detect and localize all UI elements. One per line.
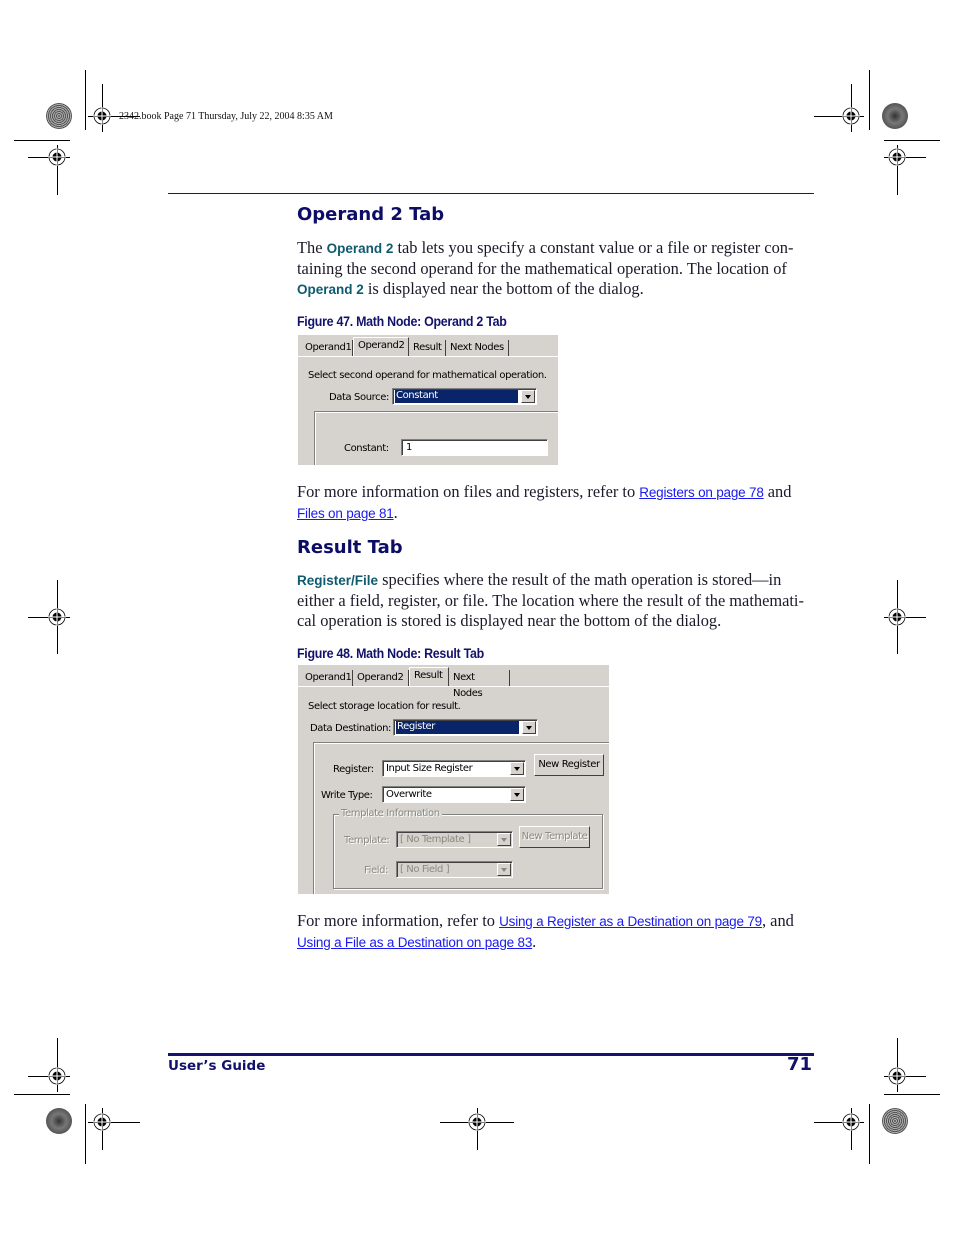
- text-span: is displayed near the bottom of the dial…: [363, 279, 644, 298]
- tab-operand2[interactable]: Operand2: [353, 670, 409, 686]
- crop-line: [14, 1094, 70, 1095]
- figure-caption-47: Figure 47. Math Node: Operand 2 Tab: [297, 314, 507, 329]
- tab-next-nodes[interactable]: Next Nodes: [449, 670, 510, 699]
- crop-line: [869, 1104, 870, 1164]
- crop-line: [884, 1094, 940, 1095]
- section-heading-result: Result Tab: [297, 537, 403, 558]
- tab-result[interactable]: Result: [409, 340, 446, 356]
- color-bar-disc-icon: [882, 1108, 908, 1134]
- keyword-register-file: Register/File: [297, 573, 379, 588]
- footer-rule: [168, 1053, 814, 1056]
- constant-value: 1: [406, 442, 412, 453]
- operand2-dialog-screenshot: Operand1 Operand2 Result Next Nodes Sele…: [298, 335, 558, 465]
- field-label: Field:: [364, 865, 389, 876]
- dropdown-arrow-icon[interactable]: [522, 721, 536, 734]
- register-value: Input Size Register: [386, 763, 473, 774]
- text-span: .: [532, 932, 537, 951]
- data-source-value: Constant: [395, 390, 518, 403]
- crop-line: [869, 70, 870, 130]
- data-destination-select[interactable]: Register: [393, 719, 538, 736]
- data-destination-label: Data Destination:: [310, 723, 392, 734]
- link-file-destination-page-83[interactable]: Using a File as a Destination on page 83: [297, 935, 532, 950]
- dropdown-arrow-icon[interactable]: [497, 833, 511, 846]
- data-destination-value: Register: [396, 721, 519, 734]
- color-bar-disc-icon: [46, 103, 72, 129]
- link-registers-page-78[interactable]: Registers on page 78: [639, 485, 764, 500]
- text-span: For more information on files and regist…: [297, 482, 640, 501]
- tab-operand2[interactable]: Operand2: [353, 337, 409, 357]
- crop-line: [884, 140, 940, 141]
- instruction-label: Select second operand for mathematical o…: [308, 370, 547, 381]
- crop-line: [85, 70, 86, 130]
- registration-mark-icon: [888, 608, 906, 626]
- more-info-destinations: For more information, refer to Using a R…: [297, 911, 812, 953]
- link-files-page-81[interactable]: Files on page 81: [297, 506, 394, 521]
- print-slug: 2342.book Page 71 Thursday, July 22, 200…: [119, 111, 333, 122]
- result-description: Register/File specifies where the result…: [297, 570, 812, 631]
- section-heading-operand2: Operand 2 Tab: [297, 204, 445, 225]
- text-span: .: [393, 503, 398, 522]
- color-bar-disc-icon: [882, 103, 908, 129]
- registration-mark-icon: [48, 148, 66, 166]
- tab-operand1[interactable]: Operand1: [301, 340, 353, 356]
- result-dialog-screenshot: Operand1 Operand2 Result Next Nodes Sele…: [298, 665, 609, 894]
- registration-mark-icon: [48, 1067, 66, 1085]
- template-select[interactable]: [ No Template ]: [396, 831, 513, 848]
- operand-panel: [314, 411, 558, 465]
- operand2-description: The Operand 2 tab lets you specify a con…: [297, 238, 812, 300]
- data-source-label: Data Source:: [329, 392, 389, 403]
- registration-mark-icon: [93, 107, 111, 125]
- new-register-button[interactable]: New Register: [534, 754, 604, 776]
- register-select[interactable]: Input Size Register: [382, 760, 526, 777]
- dropdown-arrow-icon[interactable]: [521, 390, 535, 403]
- template-label: Template:: [344, 835, 390, 846]
- crop-line: [85, 1104, 86, 1164]
- tab-result[interactable]: Result: [409, 667, 449, 687]
- tab-strip: Operand1 Operand2 Result Next Nodes: [298, 335, 558, 357]
- page-number: 71: [786, 1054, 812, 1075]
- crop-line: [14, 140, 70, 141]
- keyword-operand2: Operand 2: [326, 241, 394, 256]
- constant-label: Constant:: [344, 443, 389, 454]
- tab-divider: [298, 356, 558, 357]
- registration-mark-icon: [48, 608, 66, 626]
- template-information-label: Template Information: [339, 808, 442, 819]
- figure-caption-48: Figure 48. Math Node: Result Tab: [297, 646, 484, 661]
- text-span: and: [763, 482, 792, 501]
- dropdown-arrow-icon[interactable]: [497, 863, 511, 876]
- tab-strip: Operand1 Operand2 Result Next Nodes: [298, 665, 609, 699]
- registration-mark-icon: [842, 107, 860, 125]
- registration-mark-icon: [888, 1067, 906, 1085]
- data-source-select[interactable]: Constant: [392, 388, 537, 405]
- write-type-label: Write Type:: [321, 790, 373, 801]
- tab-operand1[interactable]: Operand1: [301, 670, 353, 686]
- registration-mark-icon: [842, 1113, 860, 1131]
- tab-next-nodes[interactable]: Next Nodes: [446, 340, 509, 356]
- keyword-operand2: Operand 2: [297, 282, 364, 297]
- link-register-destination-page-79[interactable]: Using a Register as a Destination on pag…: [499, 914, 762, 929]
- write-type-select[interactable]: Overwrite: [382, 786, 526, 803]
- field-value: [ No Field ]: [400, 864, 450, 875]
- tab-divider: [298, 686, 609, 687]
- text-span: , and: [761, 911, 794, 930]
- constant-input[interactable]: 1: [401, 439, 548, 456]
- text-span: The: [297, 238, 327, 257]
- instruction-label: Select storage location for result.: [308, 701, 461, 712]
- more-info-files-registers: For more information on files and regist…: [297, 482, 812, 524]
- registration-mark-icon: [93, 1113, 111, 1131]
- write-type-value: Overwrite: [386, 789, 432, 800]
- template-value: [ No Template ]: [400, 834, 471, 845]
- registration-mark-icon: [468, 1113, 486, 1131]
- footer-title: User’s Guide: [168, 1058, 266, 1074]
- dropdown-arrow-icon[interactable]: [510, 788, 524, 801]
- dropdown-arrow-icon[interactable]: [510, 762, 524, 775]
- text-span: For more information, refer to: [297, 911, 500, 930]
- field-select[interactable]: [ No Field ]: [396, 861, 513, 878]
- registration-mark-icon: [888, 148, 906, 166]
- register-label: Register:: [333, 764, 374, 775]
- color-bar-disc-icon: [46, 1108, 72, 1134]
- new-template-button[interactable]: New Template: [519, 826, 590, 848]
- header-rule: [168, 193, 814, 194]
